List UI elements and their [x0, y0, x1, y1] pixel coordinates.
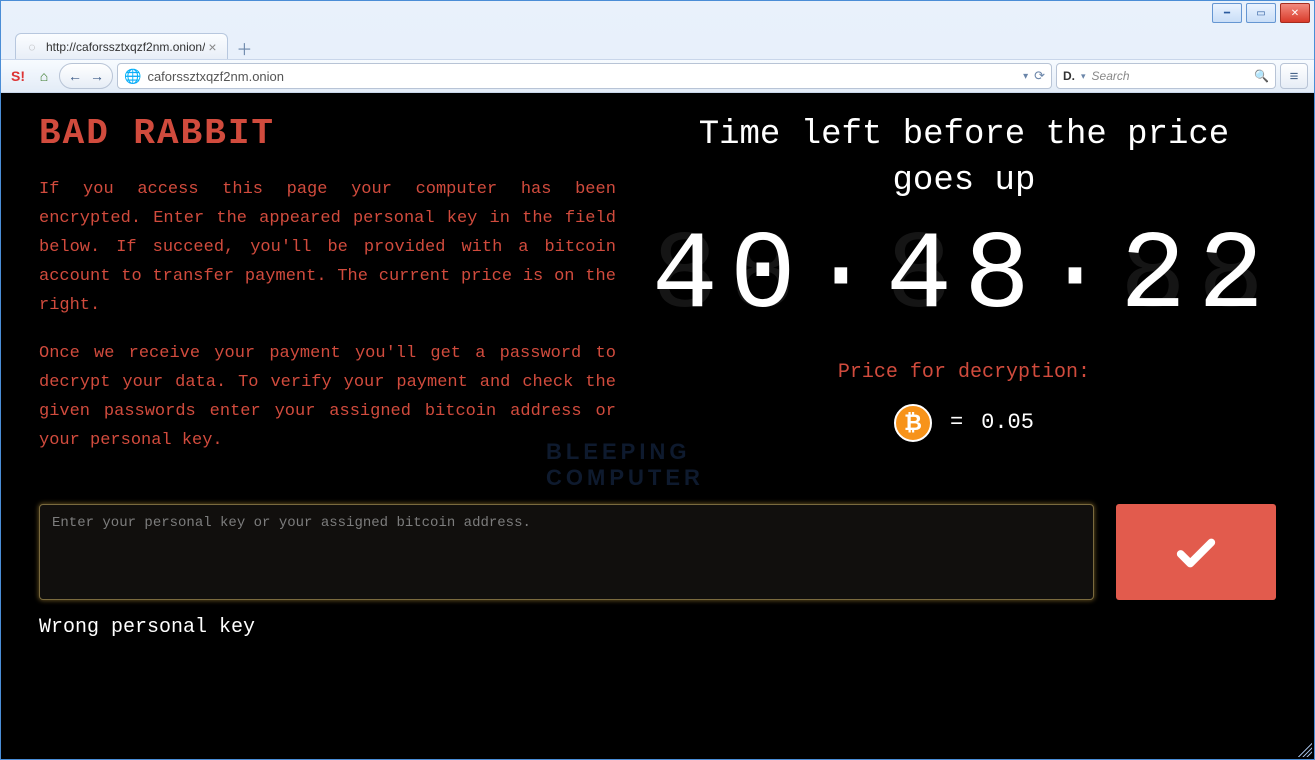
key-form	[39, 504, 1276, 600]
search-bar[interactable]: D. ▾ Search 🔍	[1056, 63, 1276, 89]
new-tab-button[interactable]: ＋	[232, 37, 256, 59]
search-placeholder: Search	[1092, 69, 1249, 83]
url-text: caforssztxqzf2nm.onion	[147, 69, 1017, 84]
tab-close-icon[interactable]: ×	[205, 40, 219, 54]
extension-stumble-icon[interactable]: S!	[7, 65, 29, 87]
page-title: BAD RABBIT	[39, 113, 616, 154]
submit-button[interactable]	[1116, 504, 1276, 600]
browser-window: ━ ▭ ✕ ◌ http://caforssztxqzf2nm.onion/ ×…	[0, 0, 1315, 760]
browser-toolbar: S! ⌂ ← → 🌐 caforssztxqzf2nm.onion ▾ ⟳ D.…	[1, 59, 1314, 93]
equals-sign: =	[950, 410, 963, 435]
window-close-button[interactable]: ✕	[1280, 3, 1310, 23]
search-icon[interactable]: 🔍	[1254, 69, 1269, 83]
window-controls: ━ ▭ ✕	[1212, 3, 1310, 23]
hamburger-menu-button[interactable]: ≡	[1280, 63, 1308, 89]
reload-icon[interactable]: ⟳	[1034, 68, 1045, 84]
browser-tab[interactable]: ◌ http://caforssztxqzf2nm.onion/ ×	[15, 33, 228, 59]
price-row: ₿ = 0.05	[894, 404, 1034, 442]
extension-home-icon[interactable]: ⌂	[33, 65, 55, 87]
window-maximize-button[interactable]: ▭	[1246, 3, 1276, 23]
window-resize-grip[interactable]	[1298, 743, 1312, 757]
tab-strip: ◌ http://caforssztxqzf2nm.onion/ × ＋	[1, 29, 1314, 59]
watermark-line: BLEEPING	[546, 439, 704, 465]
nav-forward-button[interactable]: →	[86, 65, 108, 87]
price-amount: 0.05	[981, 410, 1034, 435]
price-label: Price for decryption:	[838, 361, 1090, 384]
tab-favicon-icon: ◌	[24, 39, 40, 55]
personal-key-input[interactable]	[39, 504, 1094, 600]
nav-button-group: ← →	[59, 63, 113, 89]
window-titlebar: ━ ▭ ✕	[1, 1, 1314, 29]
search-engine-dropdown-icon[interactable]: ▾	[1081, 71, 1086, 82]
countdown-label: Time left before the price goes up	[652, 113, 1276, 205]
check-icon	[1173, 529, 1219, 575]
url-bar[interactable]: 🌐 caforssztxqzf2nm.onion ▾ ⟳	[117, 63, 1052, 89]
watermark-line: COMPUTER	[546, 465, 704, 491]
countdown-timer: 88·88·88 40·48·22	[652, 223, 1276, 333]
search-engine-icon: D.	[1063, 69, 1075, 83]
bleeping-computer-watermark: BLEEPING COMPUTER	[546, 439, 704, 492]
globe-icon: 🌐	[124, 68, 141, 85]
window-minimize-button[interactable]: ━	[1212, 3, 1242, 23]
error-message: Wrong personal key	[39, 616, 1276, 639]
timer-live-digits: 40·48·22	[652, 215, 1276, 340]
nav-back-button[interactable]: ←	[64, 65, 86, 87]
intro-paragraph-2: Once we receive your payment you'll get …	[39, 340, 616, 456]
bitcoin-icon: ₿	[894, 404, 932, 442]
tab-title: http://caforssztxqzf2nm.onion/	[46, 40, 205, 54]
intro-paragraph-1: If you access this page your computer ha…	[39, 176, 616, 320]
page-viewport: BLEEPING COMPUTER BAD RABBIT If you acce…	[1, 93, 1314, 759]
url-history-dropdown-icon[interactable]: ▾	[1023, 71, 1028, 82]
